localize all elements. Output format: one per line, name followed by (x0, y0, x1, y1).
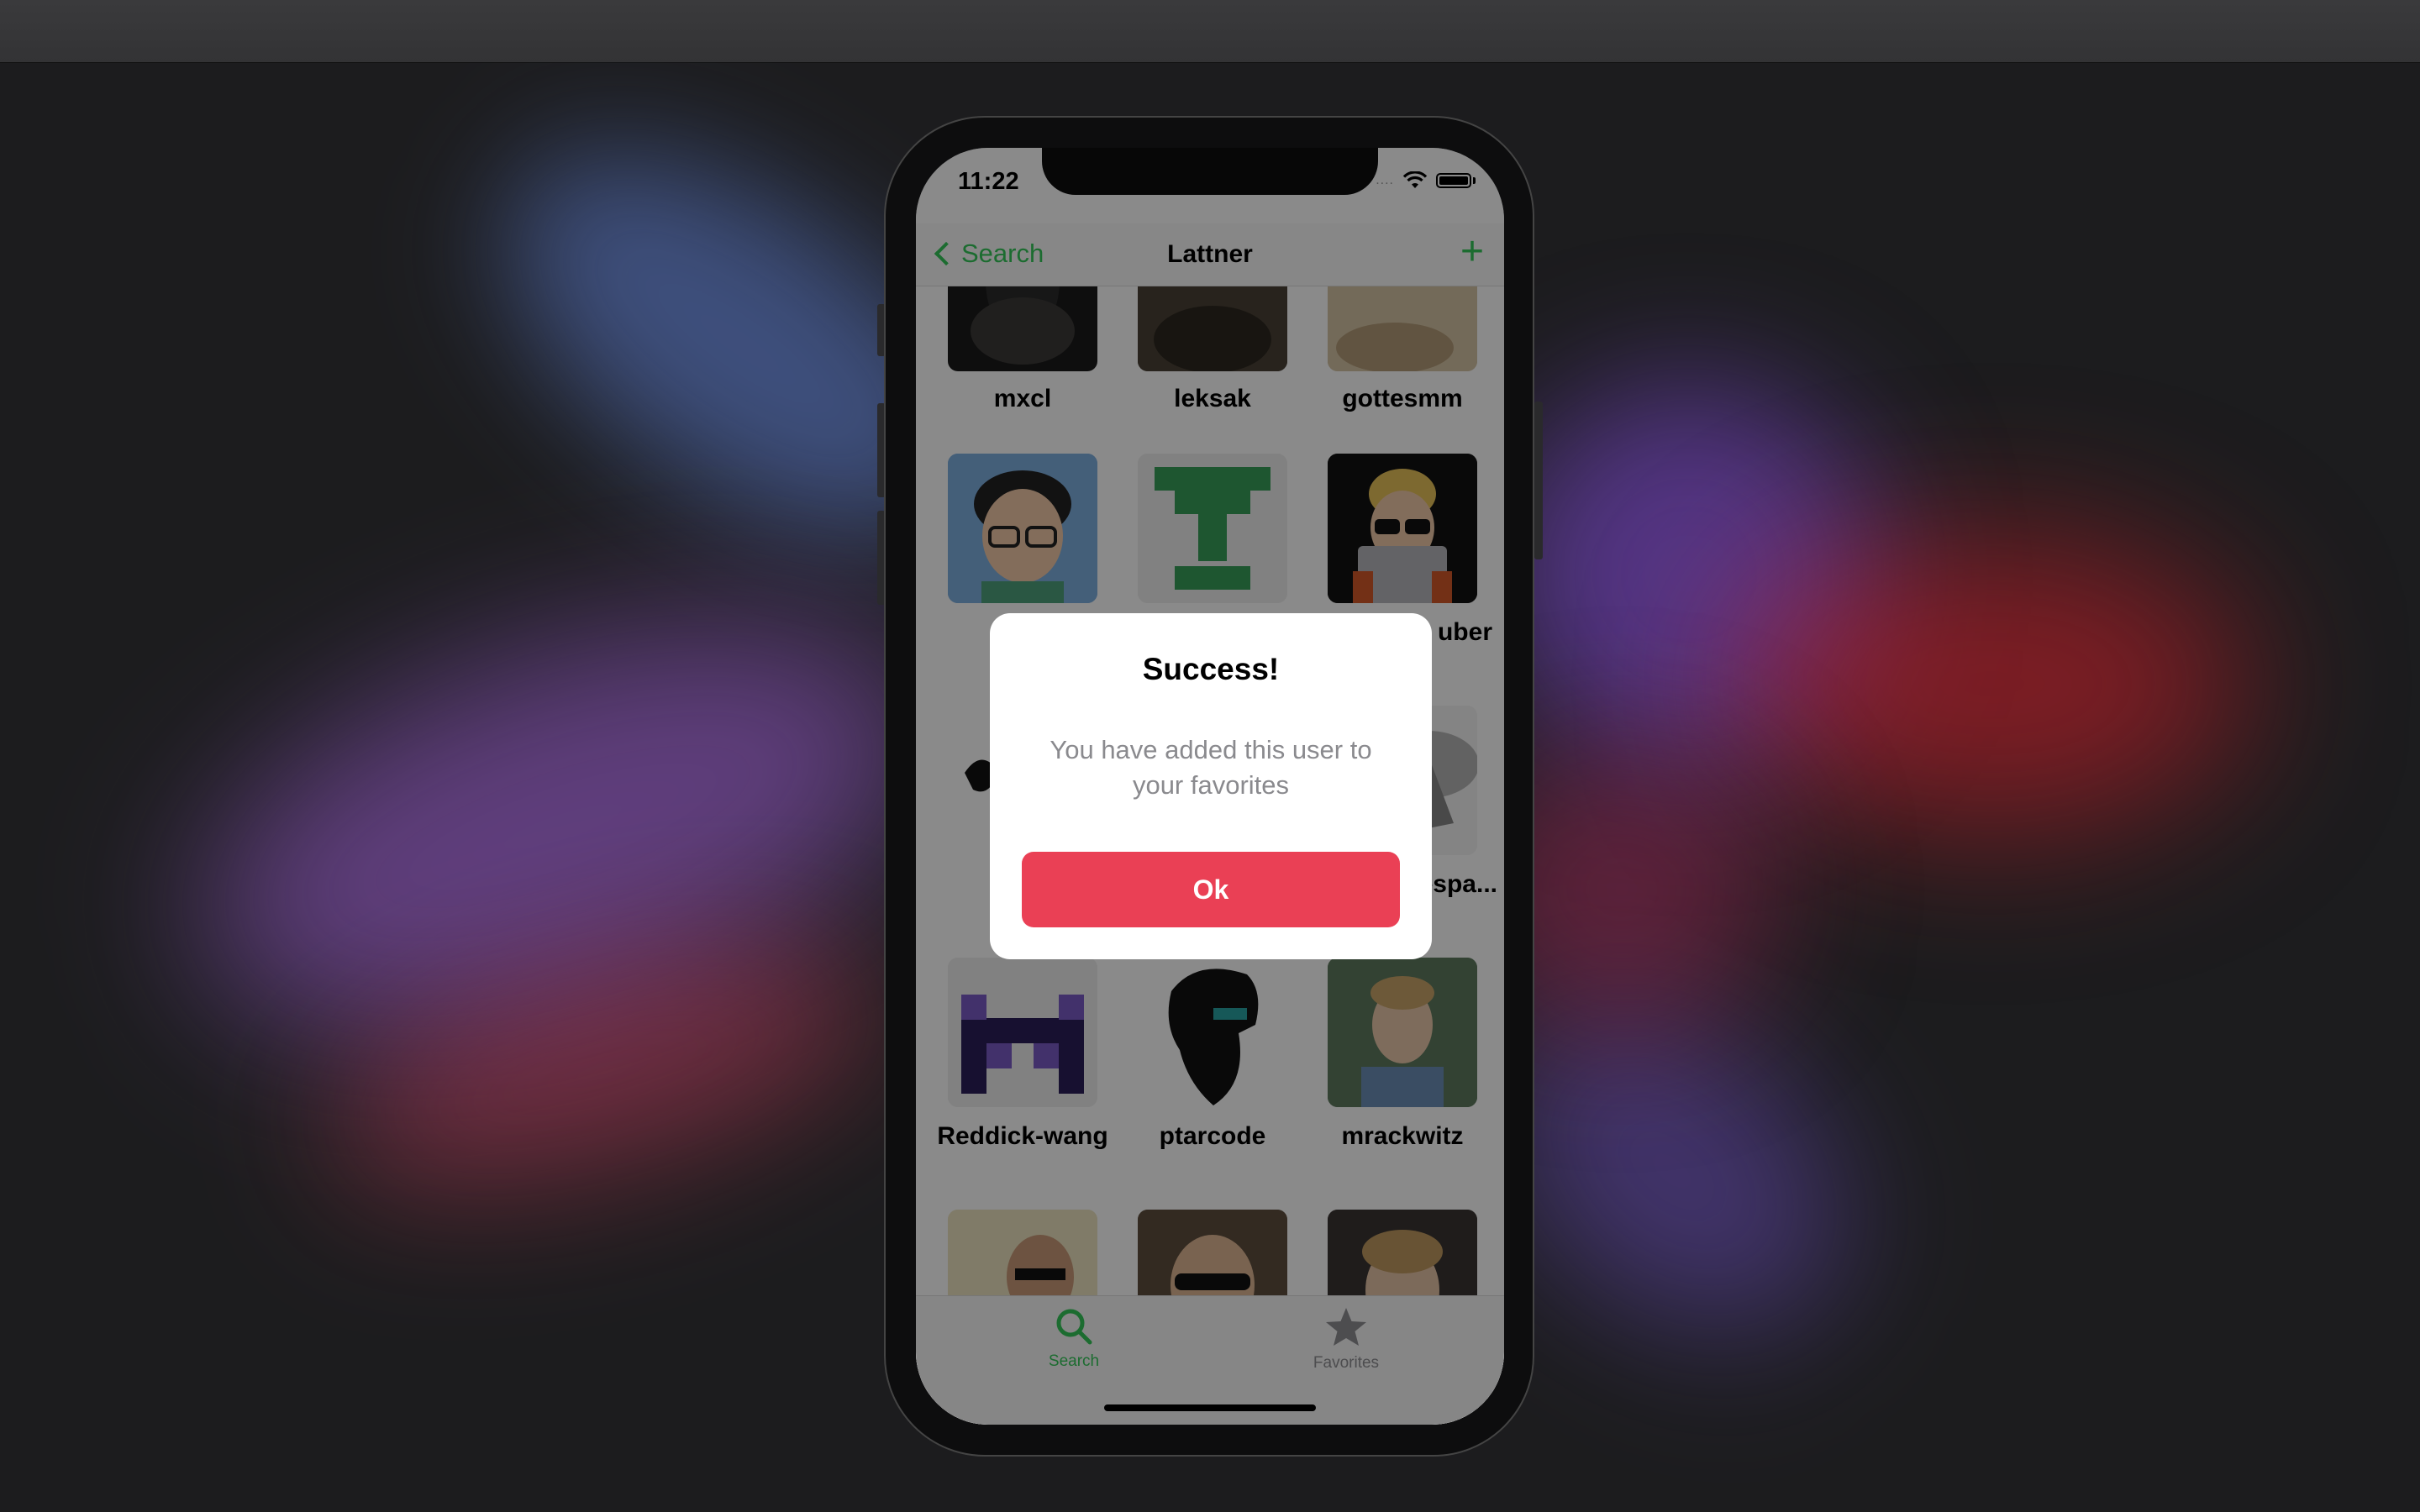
alert-title: Success! (1142, 652, 1280, 686)
ok-button[interactable]: Ok (1022, 852, 1400, 927)
wallpaper-blob (1731, 533, 2252, 835)
desktop-top-bar (0, 0, 2420, 63)
success-alert: Success! You have added this user to you… (990, 613, 1432, 959)
alert-message: You have added this user to your favorit… (1050, 735, 1372, 800)
power-button (1534, 402, 1543, 559)
